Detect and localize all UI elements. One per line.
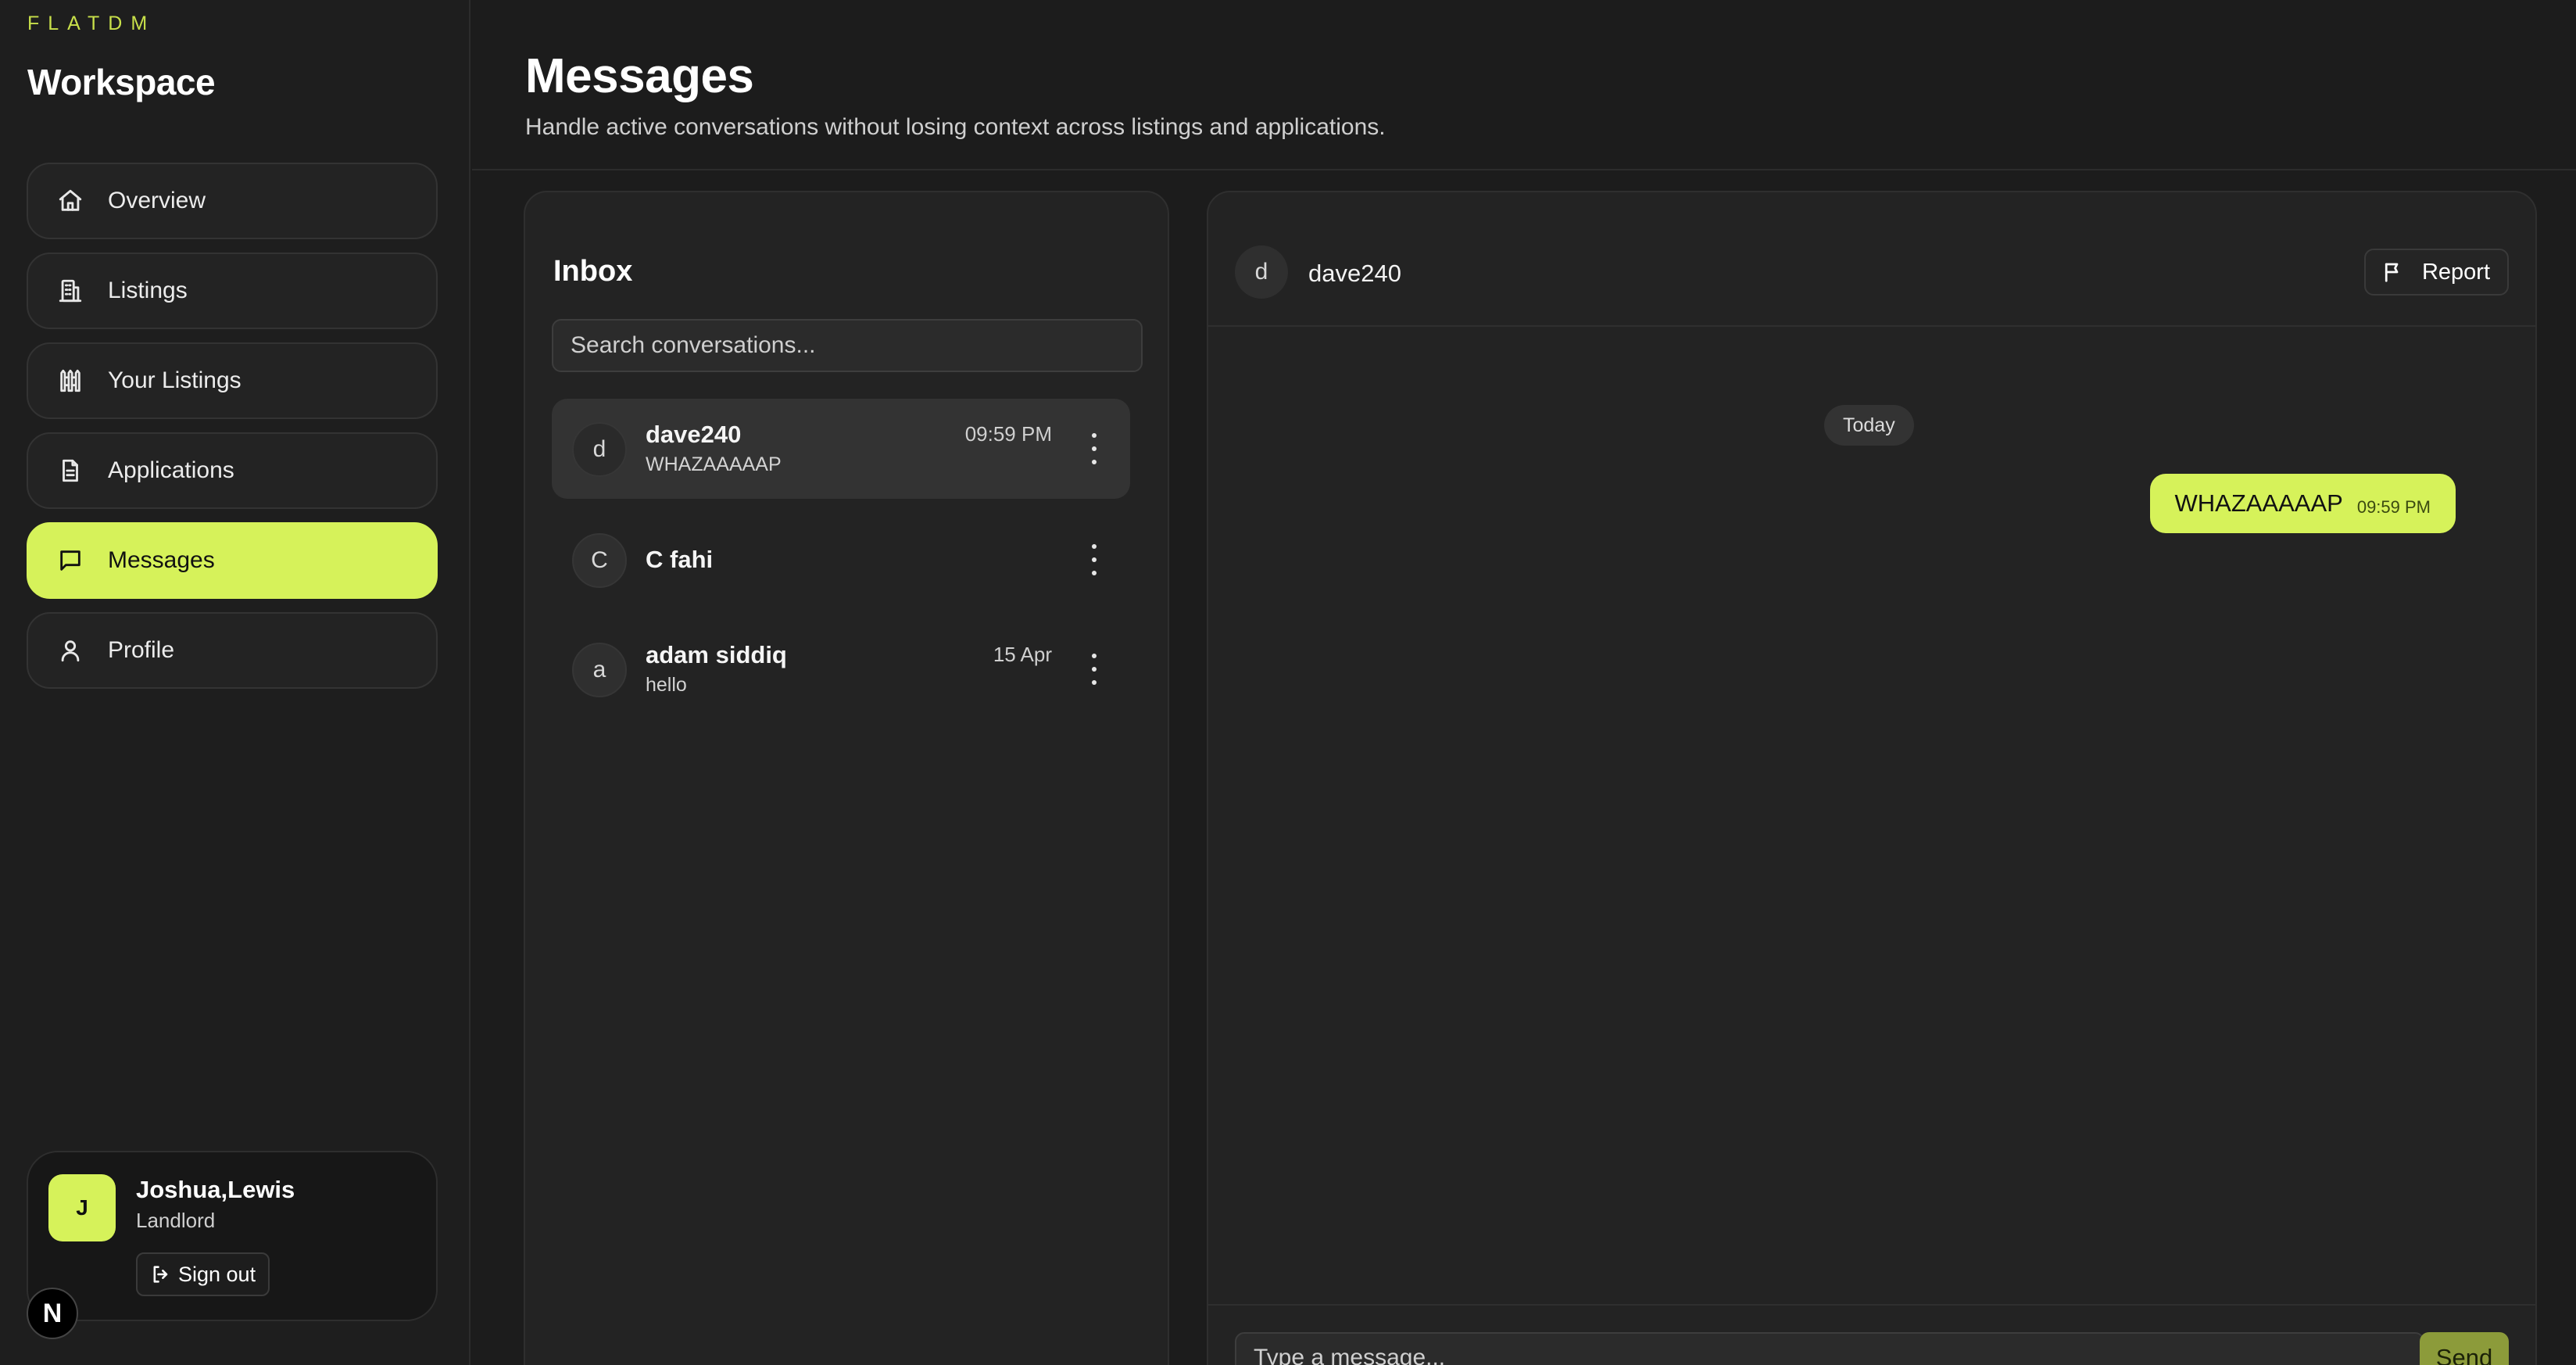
sidebar-item-label: Listings [108,278,188,303]
more-options-icon[interactable] [1088,544,1100,575]
more-options-icon[interactable] [1088,654,1100,685]
next-badge-icon[interactable]: N [27,1288,78,1339]
sidebar-item-label: Applications [108,457,234,483]
inbox-panel: Inbox d dave240 WHAZAAAAAP 09:59 PM C C … [524,191,1169,1365]
page-header: Messages Handle active conversations wit… [472,0,2576,170]
sidebar: FLATDM Workspace Overview Listings Your … [0,0,470,1365]
conversation-time: 09:59 PM [964,422,1052,446]
conversation-preview: WHAZAAAAAP [646,453,782,475]
message-time: 09:59 PM [2356,497,2431,517]
home-icon [55,185,86,217]
conversation-time: 15 Apr [993,643,1052,666]
report-button[interactable]: Report [2363,249,2509,296]
conversation-item[interactable]: C C fahi [552,510,1130,610]
conversation-name: adam siddiq [646,641,787,668]
sign-out-icon [153,1266,168,1283]
conversation-name: dave240 [646,421,742,448]
sidebar-item-overview[interactable]: Overview [27,163,438,239]
chat-panel: d dave240 Report Today WHAZAAAAAP 09:59 … [1207,191,2537,1365]
sidebar-item-listings[interactable]: Listings [27,253,438,329]
avatar: J [48,1174,116,1241]
user-role: Landlord [136,1209,216,1232]
message-input[interactable] [1235,1332,2424,1365]
message-text: WHAZAAAAAP [2174,489,2343,517]
sidebar-title: Workspace [27,62,216,102]
sign-out-button[interactable]: Sign out [136,1252,270,1296]
more-options-icon[interactable] [1088,433,1100,464]
date-divider: Today [1824,405,1914,446]
page-subtitle: Handle active conversations without losi… [525,114,1386,140]
building-icon [55,275,86,306]
avatar: d [572,422,627,477]
sidebar-item-messages[interactable]: Messages [27,522,438,599]
user-card: J Joshua,Lewis Landlord Sign out [27,1151,438,1321]
message-icon [55,545,86,576]
message-bubble: WHAZAAAAAP 09:59 PM [2149,474,2456,533]
sidebar-item-applications[interactable]: Applications [27,432,438,509]
document-icon [55,455,86,486]
flag-icon [2385,263,2399,282]
conversation-name: C fahi [646,546,714,573]
chat-header: d dave240 Report [1208,192,2535,327]
search-input[interactable] [552,319,1143,372]
sidebar-item-your-listings[interactable]: Your Listings [27,342,438,419]
sidebar-item-label: Overview [108,188,206,213]
page-title: Messages [525,49,754,103]
sign-out-label: Sign out [178,1262,256,1286]
chat-contact-name: dave240 [1308,260,1401,287]
conversation-item[interactable]: a adam siddiq hello 15 Apr [552,619,1130,719]
send-button[interactable]: Send [2420,1332,2509,1365]
avatar: C [572,533,627,588]
sidebar-item-label: Your Listings [108,367,242,393]
fence-icon [55,365,86,396]
conversation-preview: hello [646,674,687,696]
inbox-title: Inbox [553,255,633,288]
avatar: d [1235,245,1288,299]
brand-logo: FLATDM [27,13,156,34]
user-name: Joshua,Lewis [136,1176,295,1203]
message-composer: Send [1208,1304,2535,1365]
sidebar-item-profile[interactable]: Profile [27,612,438,689]
user-icon [55,635,86,666]
sidebar-item-label: Messages [108,547,215,573]
report-label: Report [2421,259,2490,285]
avatar: a [572,643,627,697]
sidebar-nav: Overview Listings Your Listings Applicat… [27,163,438,702]
app-root: FLATDM Workspace Overview Listings Your … [0,0,2576,1365]
sidebar-item-label: Profile [108,637,175,663]
conversation-item[interactable]: d dave240 WHAZAAAAAP 09:59 PM [552,399,1130,499]
